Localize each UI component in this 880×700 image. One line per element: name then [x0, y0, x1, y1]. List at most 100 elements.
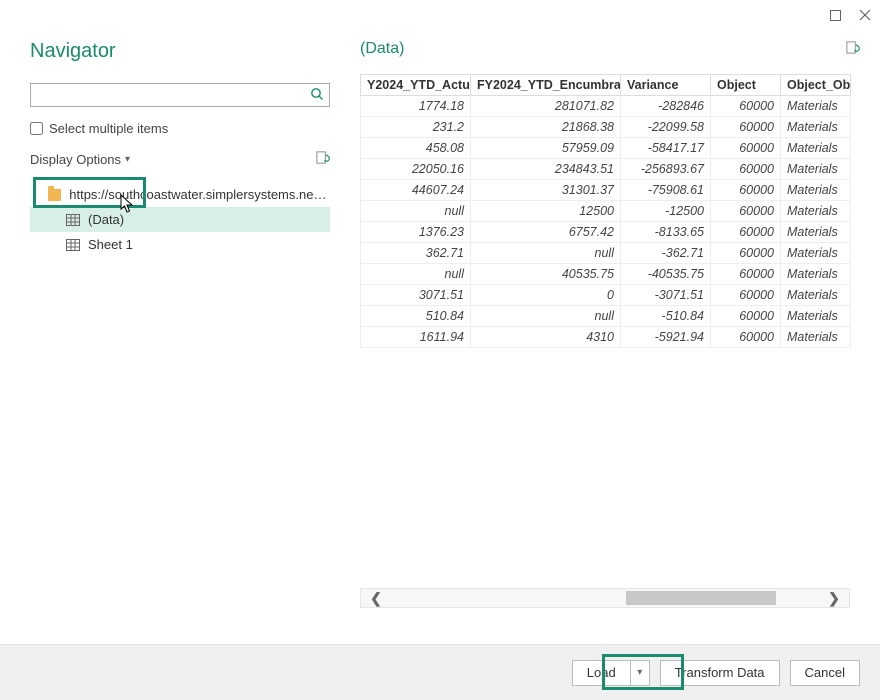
- table-cell: -510.84: [621, 306, 711, 327]
- preview-title: (Data): [360, 40, 404, 58]
- table-cell: Materials: [781, 117, 851, 138]
- table-cell: Materials: [781, 306, 851, 327]
- table-cell: 60000: [711, 222, 781, 243]
- table-row[interactable]: 1376.236757.42-8133.6560000Materials: [361, 222, 851, 243]
- table-cell: 60000: [711, 138, 781, 159]
- table-cell: Materials: [781, 285, 851, 306]
- table-cell: 12500: [471, 201, 621, 222]
- table-row[interactable]: null40535.75-40535.7560000Materials: [361, 264, 851, 285]
- navigator-panel: Navigator Select multiple items Display …: [30, 30, 360, 644]
- maximize-button[interactable]: [828, 8, 842, 22]
- table-cell: null: [471, 243, 621, 264]
- table-cell: -3071.51: [621, 285, 711, 306]
- table-row[interactable]: 458.0857959.09-58417.1760000Materials: [361, 138, 851, 159]
- table-row[interactable]: 44607.2431301.37-75908.6160000Materials: [361, 180, 851, 201]
- scroll-left-arrow[interactable]: ❮: [361, 590, 391, 607]
- tree-item-sheet1[interactable]: Sheet 1: [30, 232, 330, 257]
- table-row[interactable]: 362.71null-362.7160000Materials: [361, 243, 851, 264]
- tree-item-data[interactable]: (Data): [30, 207, 330, 232]
- column-header[interactable]: Variance: [621, 75, 711, 96]
- scroll-right-arrow[interactable]: ❯: [819, 590, 849, 607]
- table-cell: -58417.17: [621, 138, 711, 159]
- table-row[interactable]: 1774.18281071.82-28284660000Materials: [361, 96, 851, 117]
- table-cell: 22050.16: [361, 159, 471, 180]
- table-row[interactable]: 3071.510-3071.5160000Materials: [361, 285, 851, 306]
- select-multiple-input[interactable]: [30, 122, 43, 135]
- table-cell: Materials: [781, 159, 851, 180]
- table-cell: -40535.75: [621, 264, 711, 285]
- table-cell: -362.71: [621, 243, 711, 264]
- table-cell: -75908.61: [621, 180, 711, 201]
- table-row[interactable]: 510.84null-510.8460000Materials: [361, 306, 851, 327]
- select-multiple-checkbox[interactable]: Select multiple items: [30, 121, 360, 136]
- transform-data-button[interactable]: Transform Data: [660, 660, 780, 686]
- search-input[interactable]: [30, 83, 330, 107]
- table-icon: [66, 214, 80, 226]
- table-cell: 21868.38: [471, 117, 621, 138]
- table-row[interactable]: 1611.944310-5921.9460000Materials: [361, 327, 851, 348]
- table-cell: 40535.75: [471, 264, 621, 285]
- table-cell: 60000: [711, 285, 781, 306]
- load-button-group: Load ▾: [572, 660, 650, 686]
- table-cell: 362.71: [361, 243, 471, 264]
- table-cell: 458.08: [361, 138, 471, 159]
- source-tree: https://southcoastwater.simplersystems.n…: [30, 182, 360, 257]
- table-cell: 234843.51: [471, 159, 621, 180]
- table-cell: Materials: [781, 222, 851, 243]
- caret-down-icon: ▾: [125, 154, 130, 165]
- table-cell: 3071.51: [361, 285, 471, 306]
- column-header[interactable]: FY2024_YTD_Encumbrances: [471, 75, 621, 96]
- cancel-button[interactable]: Cancel: [790, 660, 860, 686]
- horizontal-scrollbar[interactable]: ❮ ❯: [360, 588, 850, 608]
- table-cell: 31301.37: [471, 180, 621, 201]
- table-row[interactable]: null12500-1250060000Materials: [361, 201, 851, 222]
- table-cell: null: [361, 264, 471, 285]
- table-cell: Materials: [781, 180, 851, 201]
- refresh-icon[interactable]: [315, 150, 330, 168]
- table-cell: -8133.65: [621, 222, 711, 243]
- table-cell: 1774.18: [361, 96, 471, 117]
- table-cell: -282846: [621, 96, 711, 117]
- table-cell: 60000: [711, 243, 781, 264]
- display-options-dropdown[interactable]: Display Options ▾: [30, 152, 130, 167]
- load-dropdown-button[interactable]: ▾: [630, 660, 650, 686]
- tree-root-label: https://southcoastwater.simplersystems.n…: [69, 187, 330, 202]
- table-cell: 60000: [711, 264, 781, 285]
- table-cell: -5921.94: [621, 327, 711, 348]
- scroll-thumb[interactable]: [626, 591, 776, 605]
- dialog-title: Navigator: [30, 40, 360, 63]
- table-cell: 44607.24: [361, 180, 471, 201]
- table-cell: -22099.58: [621, 117, 711, 138]
- table-cell: Materials: [781, 264, 851, 285]
- table-cell: 60000: [711, 180, 781, 201]
- column-header[interactable]: Y2024_YTD_Actual: [361, 75, 471, 96]
- table-cell: -12500: [621, 201, 711, 222]
- close-button[interactable]: [858, 8, 872, 22]
- table-cell: Materials: [781, 96, 851, 117]
- display-options-label: Display Options: [30, 152, 121, 167]
- dialog-footer: Load ▾ Transform Data Cancel: [0, 644, 880, 700]
- table-icon: [66, 239, 80, 251]
- table-cell: null: [471, 306, 621, 327]
- table-cell: 60000: [711, 306, 781, 327]
- refresh-preview-icon[interactable]: [845, 40, 860, 58]
- tree-root-source[interactable]: https://southcoastwater.simplersystems.n…: [30, 182, 330, 207]
- column-header[interactable]: Object: [711, 75, 781, 96]
- search-icon: [310, 87, 324, 104]
- table-cell: 57959.09: [471, 138, 621, 159]
- table-cell: null: [361, 201, 471, 222]
- table-cell: 60000: [711, 159, 781, 180]
- preview-panel: (Data) Y2024_YTD_ActualFY2024_YTD_Encumb…: [360, 30, 880, 644]
- table-cell: 1611.94: [361, 327, 471, 348]
- tree-item-sheet1-label: Sheet 1: [88, 237, 133, 252]
- table-row[interactable]: 231.221868.38-22099.5860000Materials: [361, 117, 851, 138]
- table-row[interactable]: 22050.16234843.51-256893.6760000Material…: [361, 159, 851, 180]
- table-cell: Materials: [781, 201, 851, 222]
- load-button[interactable]: Load: [572, 660, 630, 686]
- table-cell: -256893.67: [621, 159, 711, 180]
- select-multiple-label: Select multiple items: [49, 121, 168, 136]
- scroll-track[interactable]: [391, 591, 819, 605]
- column-header[interactable]: Object_Ob: [781, 75, 851, 96]
- table-cell: 1376.23: [361, 222, 471, 243]
- table-cell: 281071.82: [471, 96, 621, 117]
